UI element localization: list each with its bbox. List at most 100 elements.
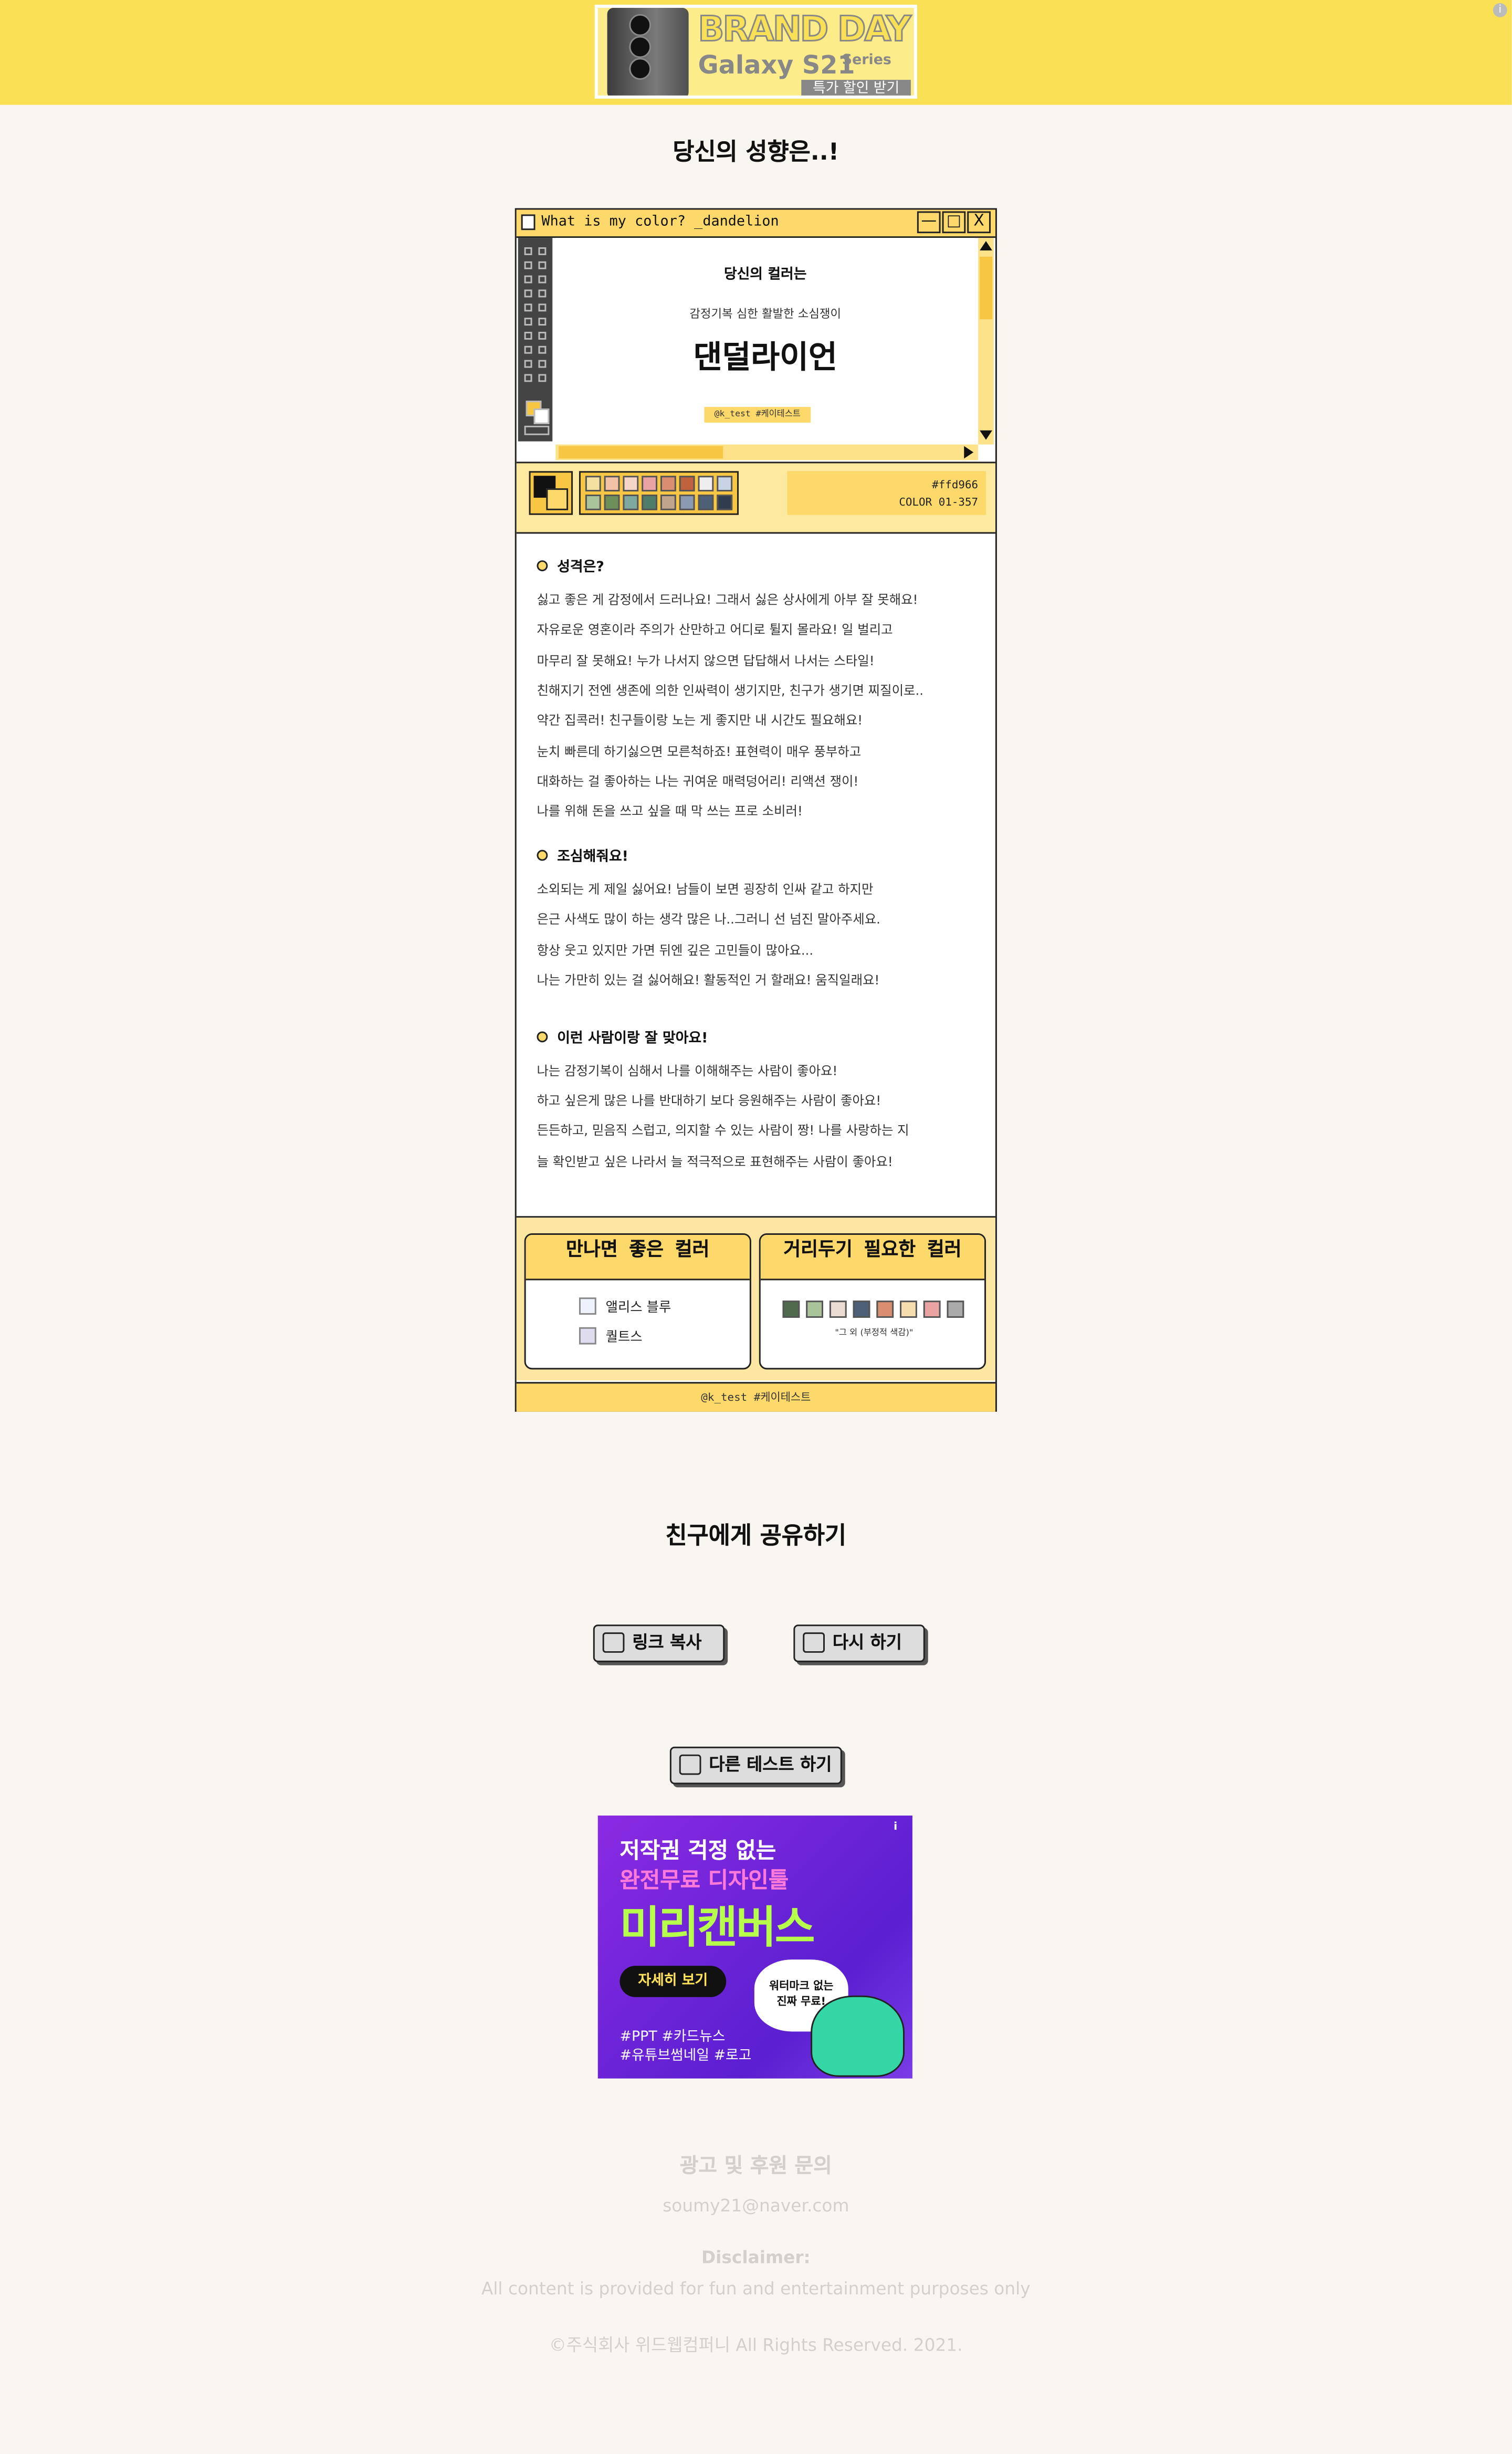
gradient-tool-icon[interactable] [538, 318, 547, 326]
marquee-tool-icon[interactable] [538, 247, 547, 255]
description-line: 나는 감정기복이 심해서 나를 이해해주는 사람이 좋아요! [537, 1063, 838, 1078]
path-tool-icon[interactable] [524, 360, 532, 368]
galaxy-ad[interactable]: BRAND DAY Galaxy S21 Series 특가 할인 받기 [594, 4, 917, 99]
lasso-tool-icon[interactable] [524, 261, 532, 269]
palette-swatch[interactable] [623, 476, 639, 492]
bad-color-swatch [876, 1301, 894, 1318]
palette-swatch[interactable] [717, 476, 733, 492]
description-line: 대화하는 걸 좋아하는 나는 귀여운 매력덩어리! 리액션 쟁이! [537, 773, 859, 789]
description-line: 늘 확인받고 싶은 나라서 늘 적극적으로 표현해주는 사람이 좋아요! [537, 1153, 893, 1169]
bad-color-swatch [829, 1301, 847, 1318]
crop-tool-icon[interactable] [524, 275, 532, 284]
pen-tool-icon[interactable] [524, 345, 532, 354]
share-title: 친구에게 공유하기 [665, 1521, 847, 1550]
heal-tool-icon[interactable] [524, 289, 532, 298]
close-button[interactable]: X [967, 211, 991, 234]
palette-swatch[interactable] [623, 494, 639, 510]
stamp-tool-icon[interactable] [524, 303, 532, 312]
result-tag: @k_test #케이테스트 [704, 407, 811, 423]
miricanvas-ad[interactable]: i 저작권 걱정 없는 완전무료 디자인툴 미리캔버스 자세히 보기 워터마크 … [597, 1815, 912, 2079]
history-tool-icon[interactable] [538, 303, 547, 312]
blur-tool-icon[interactable] [524, 331, 532, 340]
scroll-thumb[interactable] [980, 256, 992, 320]
bad-colors-title: 거리두기 필요한 컬러 [760, 1235, 985, 1281]
section-heading: 조심해줘요! [557, 850, 628, 866]
palette-swatch[interactable] [660, 494, 676, 510]
color-code-box: #ffd966 COLOR 01-357 [787, 471, 986, 515]
horizontal-scrollbar[interactable] [555, 444, 979, 460]
palette-swatch[interactable] [679, 476, 695, 492]
palette-swatch[interactable] [642, 476, 658, 492]
palette-swatch[interactable] [679, 494, 695, 510]
phone-image [607, 7, 689, 96]
eraser-tool-icon[interactable] [524, 318, 532, 326]
color-swatch [579, 1297, 596, 1315]
minimize-button[interactable]: — [917, 211, 941, 234]
copy-link-button[interactable]: 링크 복사 [593, 1624, 725, 1662]
palette-swatch[interactable] [585, 494, 601, 510]
palette-swatch[interactable] [660, 476, 676, 492]
bad-color-swatch [923, 1301, 941, 1318]
brush-tool-icon[interactable] [538, 289, 547, 298]
good-colors-title: 만나면 좋은 컬러 [526, 1235, 750, 1281]
palette-swatch[interactable] [604, 494, 620, 510]
disclaimer-title: Disclaimer: [701, 2247, 811, 2268]
retry-button[interactable]: 다시 하기 [793, 1624, 925, 1662]
screen-mode-icon[interactable] [524, 425, 550, 435]
ad-info-icon[interactable]: i [1493, 3, 1507, 17]
scroll-thumb[interactable] [559, 446, 723, 459]
ad-product: Galaxy S21 [698, 50, 855, 80]
ad-series: Series [842, 53, 891, 69]
result-heading: 당신의 컬러는 [723, 267, 807, 284]
crocodile-mascot-icon [811, 1995, 905, 2077]
home-icon [679, 1754, 701, 1775]
description-line: 나는 가만히 있는 걸 싫어해요! 활동적인 거 할래요! 움직일래요! [537, 972, 880, 988]
swatch-grid [579, 471, 739, 515]
good-color-name: 앨리스 블루 [605, 1301, 671, 1317]
palette-swatch[interactable] [717, 494, 733, 510]
dodge-tool-icon[interactable] [538, 331, 547, 340]
other-test-label: 다른 테스트 하기 [709, 1754, 832, 1775]
description-line: 나를 위해 돈을 쓰고 싶을 때 막 쓰는 프로 소비러! [537, 803, 803, 819]
camera-lens [629, 58, 652, 80]
ad-info-icon[interactable]: i [894, 1820, 906, 1833]
camera-lens [629, 36, 652, 58]
ad-line2: 완전무료 디자인툴 [620, 1869, 789, 1894]
color-match-area: 만나면 좋은 컬러 앨리스 블루 퀄트스 거리두기 필요한 컬러 "그 외 (부… [516, 1218, 995, 1381]
hand-tool-icon[interactable] [524, 374, 532, 382]
scroll-down-icon[interactable] [980, 430, 992, 440]
palette-swatch[interactable] [585, 476, 601, 492]
color-picker[interactable] [529, 471, 573, 515]
maximize-button[interactable]: □ [942, 211, 966, 234]
wand-tool-icon[interactable] [538, 261, 547, 269]
vertical-scrollbar[interactable] [978, 238, 994, 445]
palette-swatch[interactable] [698, 494, 714, 510]
type-tool-icon[interactable] [538, 345, 547, 354]
window-titlebar: What is my color? _dandelion — □ X [516, 209, 995, 238]
other-test-button[interactable]: 다른 테스트 하기 [669, 1746, 842, 1785]
scroll-up-icon[interactable] [980, 241, 992, 250]
ad-cta-button[interactable]: 자세히 보기 [620, 1966, 727, 1997]
shape-tool-icon[interactable] [538, 360, 547, 368]
eyedropper-tool-icon[interactable] [538, 275, 547, 284]
background-color-icon[interactable] [533, 408, 550, 424]
zoom-tool-icon[interactable] [538, 374, 547, 382]
good-color-name: 퀄트스 [605, 1330, 643, 1346]
bad-color-swatch [947, 1301, 964, 1318]
bullet-icon [537, 850, 548, 861]
palette-swatch[interactable] [604, 476, 620, 492]
ad-cta-button[interactable]: 특가 할인 받기 [801, 80, 911, 96]
palette-swatch[interactable] [698, 476, 714, 492]
page-title: 당신의 성향은..! [673, 138, 839, 166]
scroll-right-icon[interactable] [964, 446, 974, 459]
move-tool-icon[interactable] [524, 247, 532, 255]
ad-tags: #PPT #카드뉴스 #유튜브썸네일 #로고 [620, 2028, 751, 2066]
bad-color-swatch [782, 1301, 800, 1318]
hex-code: #ffd966 [932, 479, 979, 492]
retry-label: 다시 하기 [832, 1632, 902, 1653]
copy-link-label: 링크 복사 [632, 1632, 702, 1653]
palette-swatch[interactable] [642, 494, 658, 510]
top-ad-banner: BRAND DAY Galaxy S21 Series 특가 할인 받기 i [0, 0, 1512, 105]
contact-email[interactable]: soumy21@naver.com [0, 2196, 1512, 2216]
description-line: 자유로운 영혼이라 주의가 산만하고 어디로 튈지 몰라요! 일 벌리고 [537, 621, 893, 637]
